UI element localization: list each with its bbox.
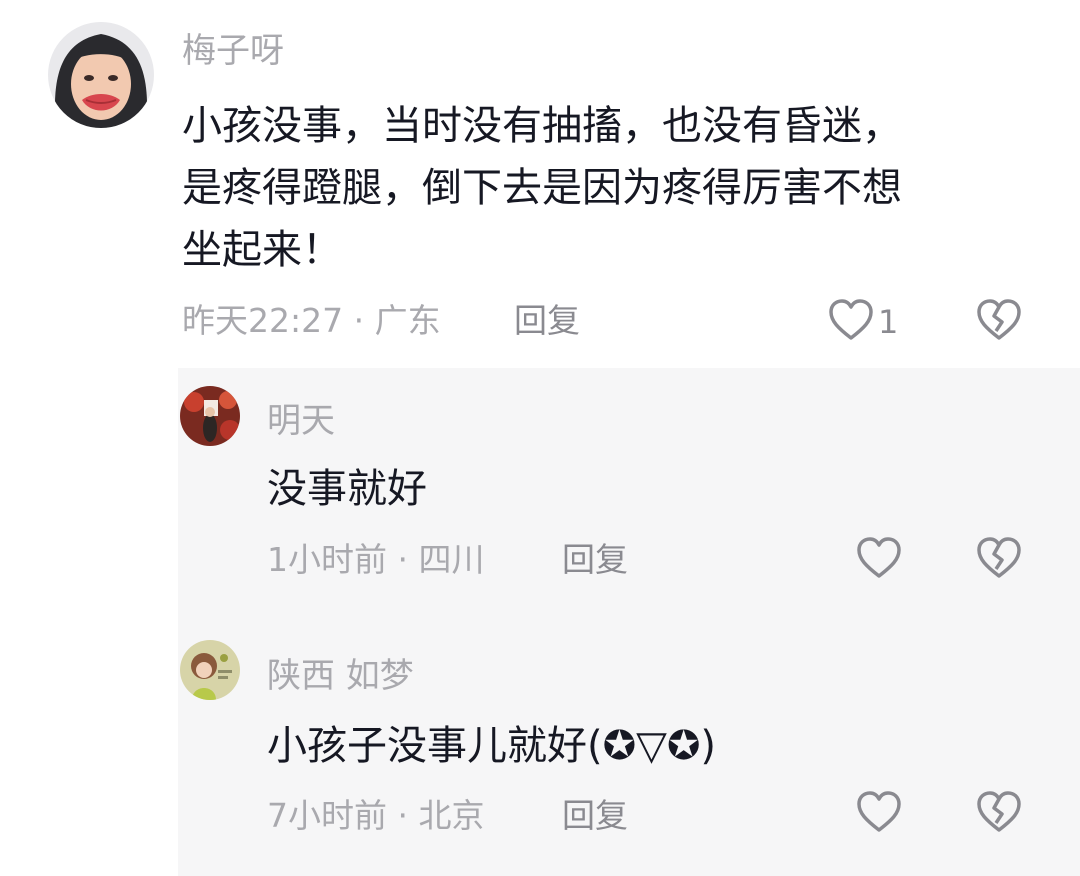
broken-heart-icon xyxy=(976,791,1022,838)
like-button[interactable]: 1 xyxy=(828,298,898,346)
heart-outline-icon xyxy=(828,298,874,346)
comment-text-line: 小孩没事，当时没有抽搐，也没有昏迷， xyxy=(182,103,902,149)
dislike-button[interactable] xyxy=(976,790,1022,838)
dislike-button[interactable] xyxy=(976,298,1022,346)
dislike-button[interactable] xyxy=(976,536,1022,584)
reply-button[interactable]: 回复 xyxy=(562,796,628,836)
like-button[interactable] xyxy=(856,536,902,584)
reply-text: 小孩子没事儿就好(✪▽✪) xyxy=(267,723,717,769)
avatar[interactable] xyxy=(180,640,240,700)
reply-text: 没事就好 xyxy=(267,466,427,512)
broken-heart-icon xyxy=(976,537,1022,584)
comment-thread: 梅子呀 小孩没事，当时没有抽搐，也没有昏迷， 是疼得蹬腿，倒下去是因为疼得厉害不… xyxy=(0,0,1080,876)
like-count: 1 xyxy=(878,303,899,341)
comment-time-location: 昨天22:27 · 广东 xyxy=(182,301,441,340)
reply-button[interactable]: 回复 xyxy=(514,301,580,341)
heart-outline-icon xyxy=(856,790,902,838)
broken-heart-icon xyxy=(976,299,1022,346)
heart-outline-icon xyxy=(856,536,902,584)
reply-time-location: 1小时前 · 四川 xyxy=(267,540,485,579)
avatar[interactable] xyxy=(48,22,154,128)
avatar[interactable] xyxy=(180,386,240,446)
comment-text-line: 是疼得蹬腿，倒下去是因为疼得厉害不想 xyxy=(182,165,902,211)
reply-author[interactable]: 陕西 如梦 xyxy=(267,656,414,696)
like-button[interactable] xyxy=(856,790,902,838)
reply-time-location: 7小时前 · 北京 xyxy=(267,796,485,835)
comment-text-line: 坐起来！ xyxy=(182,227,342,273)
reply-button[interactable]: 回复 xyxy=(562,540,628,580)
reply-author[interactable]: 明天 xyxy=(267,401,335,441)
comment-author[interactable]: 梅子呀 xyxy=(182,31,284,71)
